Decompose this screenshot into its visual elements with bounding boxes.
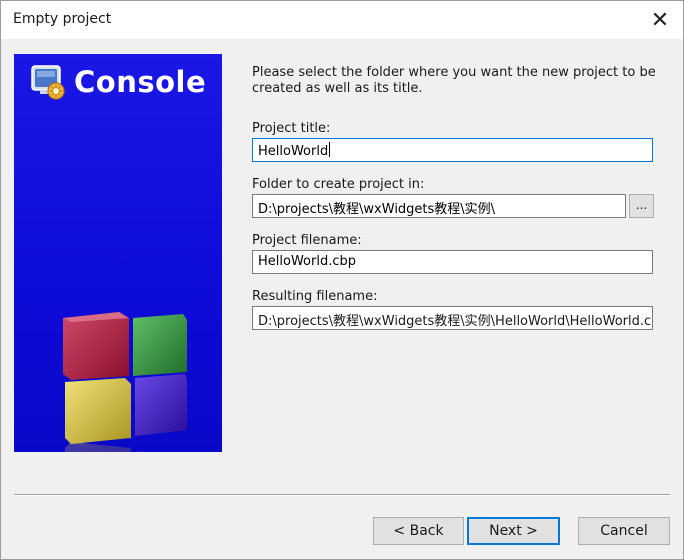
resulting-filename-field[interactable]: D:\projects\教程\wxWidgets教程\实例\HelloWorld… xyxy=(252,306,653,330)
codeblocks-cubes-logo xyxy=(59,312,189,452)
cancel-button[interactable]: Cancel xyxy=(578,517,670,545)
project-title-label: Project title: xyxy=(252,121,331,136)
text-caret xyxy=(329,142,331,157)
folder-label: Folder to create project in: xyxy=(252,177,425,192)
window-title: Empty project xyxy=(13,11,112,27)
project-filename-input[interactable]: HelloWorld.cbp xyxy=(252,250,653,274)
console-app-icon xyxy=(31,65,65,100)
title-bar: Empty project ✕ xyxy=(1,1,683,39)
intro-text: Please select the folder where you want … xyxy=(252,65,656,96)
banner-title: Console xyxy=(74,65,207,99)
resulting-filename-label: Resulting filename: xyxy=(252,289,378,304)
folder-value: D:\projects\教程\wxWidgets教程\实例\ xyxy=(258,202,496,217)
wizard-window: Empty project ✕ Console Please select th… xyxy=(0,0,684,560)
project-title-value: HelloWorld xyxy=(258,144,329,159)
browse-folder-button[interactable]: ... xyxy=(629,194,654,218)
close-button[interactable]: ✕ xyxy=(637,1,683,39)
wizard-banner: Console xyxy=(14,54,222,452)
back-button[interactable]: < Back xyxy=(373,517,464,545)
next-button[interactable]: Next > xyxy=(467,517,560,545)
folder-input[interactable]: D:\projects\教程\wxWidgets教程\实例\ xyxy=(252,194,626,218)
project-filename-label: Project filename: xyxy=(252,233,362,248)
project-title-input[interactable]: HelloWorld xyxy=(252,138,653,162)
resulting-filename-value: D:\projects\教程\wxWidgets教程\实例\HelloWorld… xyxy=(258,314,653,329)
project-filename-value: HelloWorld.cbp xyxy=(258,254,356,269)
close-icon: ✕ xyxy=(650,7,670,33)
button-separator xyxy=(14,494,670,496)
